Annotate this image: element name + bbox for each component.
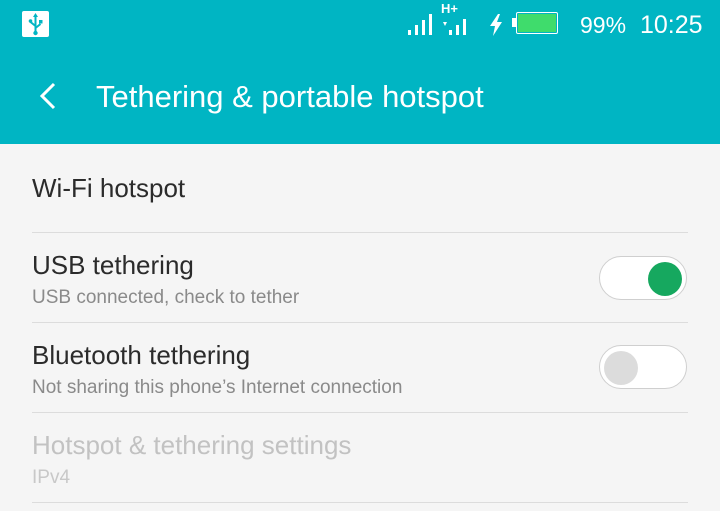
- list-item-title: USB tethering: [32, 250, 194, 280]
- battery-level-fill: [518, 14, 556, 32]
- network-type-label: H+: [441, 1, 458, 16]
- list-item-subtitle: USB connected, check to tether: [32, 287, 300, 308]
- divider: [32, 502, 688, 503]
- signal-strength-icon: [408, 14, 432, 35]
- chevron-left-icon: [39, 82, 56, 110]
- back-button[interactable]: [24, 72, 72, 120]
- list-item-bluetooth-tethering[interactable]: Bluetooth tethering Not sharing this pho…: [0, 323, 720, 413]
- charging-bolt-icon: [490, 14, 502, 36]
- list-item-title: Bluetooth tethering: [32, 340, 251, 370]
- battery-icon: [512, 12, 558, 34]
- list-item-hotspot-tethering-settings: Hotspot & tethering settings IPv4: [0, 413, 720, 503]
- toolbar: Tethering & portable hotspot: [0, 50, 720, 144]
- list-item-subtitle: IPv4: [32, 467, 71, 488]
- status-bar: H+ 99% 10:25: [0, 0, 720, 50]
- list-item-wifi-hotspot[interactable]: Wi-Fi hotspot: [0, 144, 720, 233]
- toggle-knob: [604, 351, 638, 385]
- list-item-title: Wi-Fi hotspot: [32, 173, 186, 203]
- list-item-title: Hotspot & tethering settings: [32, 430, 352, 460]
- list-item-subtitle: Not sharing this phone’s Internet connec…: [32, 377, 403, 398]
- toggle-knob: [648, 262, 682, 296]
- usb-icon: [22, 11, 49, 37]
- bluetooth-tethering-toggle[interactable]: [599, 345, 687, 389]
- usb-tethering-toggle[interactable]: [599, 256, 687, 300]
- list-item-usb-tethering[interactable]: USB tethering USB connected, check to te…: [0, 233, 720, 323]
- page-title: Tethering & portable hotspot: [96, 79, 484, 114]
- status-time: 10:25: [640, 11, 703, 39]
- battery-percentage: 99%: [580, 12, 627, 38]
